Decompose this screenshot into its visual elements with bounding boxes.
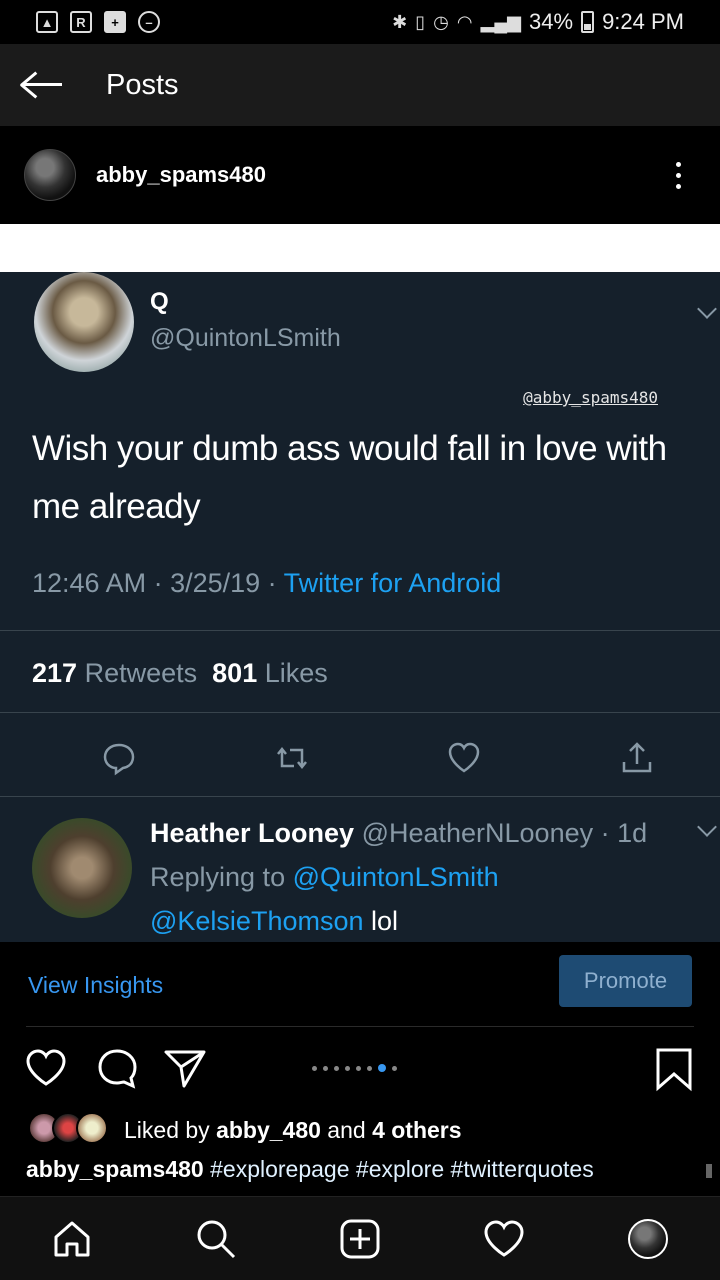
tweet-name: Q	[150, 288, 169, 315]
comment-icon[interactable]	[96, 1046, 138, 1090]
save-bookmark-icon[interactable]	[654, 1046, 694, 1092]
insights-bar: View Insights Promote	[0, 942, 720, 1028]
carousel-dot	[356, 1065, 361, 1071]
battery-percent: 34%	[529, 9, 574, 34]
caption-username[interactable]: abby_spams480	[26, 1156, 204, 1182]
divider	[26, 1026, 694, 1027]
add-post-icon[interactable]	[336, 1215, 384, 1263]
vibrate-icon: ▯	[415, 11, 426, 32]
share-direct-icon[interactable]	[162, 1046, 208, 1090]
liked-by-others[interactable]: 4 others	[372, 1117, 461, 1143]
like-heart-icon[interactable]	[24, 1046, 68, 1090]
likes-row: Liked by abby_480 and 4 others	[0, 1110, 720, 1150]
system-icons: ✱ ▯ ◷ ◠ ▂▄▆ 34% 9:24 PM	[392, 9, 684, 35]
battery-icon	[581, 11, 595, 33]
carousel-dot	[345, 1065, 350, 1071]
retweet-icon	[277, 746, 307, 770]
heart-icon[interactable]	[480, 1215, 528, 1263]
avatar[interactable]	[24, 149, 76, 201]
likes-count: 801	[212, 658, 258, 688]
reply-icon	[103, 743, 135, 776]
reply-handle: @HeatherNLooney · 1d	[361, 818, 648, 848]
plus-box-icon: +	[104, 11, 126, 33]
reply-body: lol	[363, 906, 399, 936]
promote-button[interactable]: Promote	[559, 955, 692, 1007]
liked-by-text[interactable]: Liked by abby_480 and 4 others	[124, 1117, 462, 1144]
bottom-nav	[0, 1196, 720, 1280]
minus-circle-icon: –	[138, 11, 160, 33]
liked-by-middle: and	[320, 1116, 373, 1143]
view-insights-link[interactable]: View Insights	[28, 972, 163, 999]
carousel-dot	[323, 1065, 328, 1071]
carousel-dot	[367, 1065, 372, 1071]
tweet-time: 12:46 AM · 3/25/19 ·	[32, 568, 284, 598]
likes-label: Likes	[264, 658, 328, 688]
reply-name: Heather Looney	[150, 818, 355, 848]
scrollbar[interactable]	[706, 1164, 712, 1178]
divider	[0, 712, 720, 713]
caption: abby_spams480 #explorepage #explore #twi…	[26, 1156, 706, 1183]
carousel-dot	[334, 1065, 339, 1071]
more-options-icon[interactable]	[676, 161, 682, 189]
signal-icon: ▂▄▆	[480, 11, 522, 32]
retweets-count: 217	[32, 658, 78, 688]
watermark: @abby_spams480	[523, 388, 658, 407]
replying-mention: @QuintonLSmith	[292, 862, 499, 892]
tweet-screenshot: Q @QuintonLSmith @abby_spams480 Wish you…	[0, 272, 720, 942]
clock: 9:24 PM	[602, 9, 684, 34]
reply-mention: @KelsieThomson	[150, 906, 364, 936]
image-icon: ▲	[36, 11, 58, 33]
tweet-handle: @QuintonLSmith	[150, 324, 341, 352]
caption-tags[interactable]: #explorepage #explore #twitterquotes	[204, 1156, 594, 1182]
liked-by-user[interactable]: abby_480	[216, 1117, 321, 1143]
home-icon[interactable]	[48, 1215, 96, 1263]
carousel-dot-active	[378, 1064, 386, 1072]
tweet-actions	[0, 730, 720, 790]
tweet-source: Twitter for Android	[283, 568, 502, 598]
tweet-stats: 217 Retweets 801 Likes	[32, 658, 328, 689]
post-header: abby_spams480	[0, 126, 720, 224]
heart-outline-icon	[448, 742, 480, 773]
divider	[0, 796, 720, 797]
share-icon	[622, 742, 652, 773]
reply-text: @KelsieThomson lol	[150, 906, 398, 937]
page-title: Posts	[106, 68, 179, 101]
reply-header: Heather Looney @HeatherNLooney · 1d	[150, 818, 647, 849]
replying-to: Replying to @QuintonLSmith	[150, 862, 499, 893]
retweets-label: Retweets	[84, 658, 198, 688]
search-icon[interactable]	[192, 1215, 240, 1263]
notification-icons: ▲ R + –	[36, 11, 160, 33]
tweet-meta: 12:46 AM · 3/25/19 · Twitter for Android	[32, 568, 501, 599]
alarm-icon: ◷	[433, 11, 449, 32]
post-username[interactable]: abby_spams480	[96, 162, 266, 188]
r-icon: R	[70, 11, 92, 33]
replying-label: Replying to	[150, 862, 293, 892]
avatar	[76, 1112, 108, 1144]
tweet-avatar	[34, 272, 134, 372]
post-actions	[0, 1040, 720, 1100]
profile-nav[interactable]	[624, 1215, 672, 1263]
post-image[interactable]: Q @QuintonLSmith @abby_spams480 Wish you…	[0, 224, 720, 942]
carousel-dot	[312, 1065, 317, 1071]
tweet-text: Wish your dumb ass would fall in love wi…	[32, 429, 667, 526]
reply-chevron-icon	[697, 817, 717, 837]
wifi-icon: ◠	[456, 11, 473, 32]
reply-avatar	[32, 818, 132, 918]
carousel-dot	[392, 1065, 397, 1071]
liked-by-prefix: Liked by	[124, 1116, 217, 1143]
bluetooth-icon: ✱	[392, 11, 408, 32]
liker-avatars[interactable]	[28, 1112, 114, 1148]
app-header: Posts	[0, 44, 720, 126]
divider	[0, 630, 720, 631]
tweet-chevron-icon	[697, 299, 717, 319]
back-arrow-icon[interactable]	[20, 70, 64, 100]
status-bar: ▲ R + – ✱ ▯ ◷ ◠ ▂▄▆ 34% 9:24 PM	[0, 0, 720, 44]
carousel-indicator	[312, 1064, 397, 1072]
profile-avatar	[628, 1219, 668, 1259]
